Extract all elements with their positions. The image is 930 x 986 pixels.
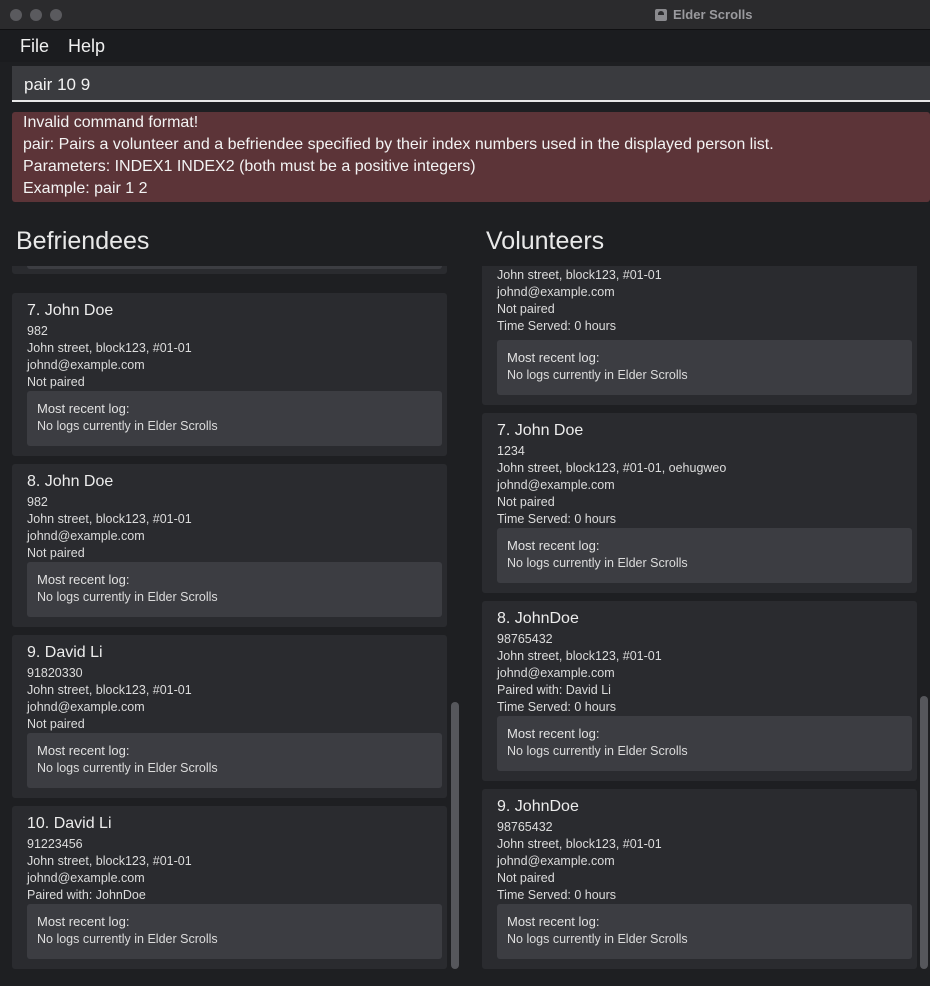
log-title: Most recent log: [507,538,600,553]
befriendee-list[interactable]: 7. John Doe 982 John street, block123, #… [12,266,462,972]
volunteers-title: Volunteers [486,227,605,255]
list-item[interactable]: John street, block123, #01-01 johnd@exam… [482,266,917,405]
person-phone: 91223456 [27,837,83,851]
log-value: No logs currently in Elder Scrolls [507,556,688,570]
command-input[interactable]: pair 10 9 [12,66,930,102]
log-box: Most recent log: No logs currently in El… [497,904,912,959]
person-pair-status: Not paired [27,546,85,560]
window-title: Elder Scrolls [655,7,752,22]
person-pair-status: Not paired [497,302,555,316]
person-address: John street, block123, #01-01 [497,837,662,851]
person-time-served: Time Served: 0 hours [497,888,617,902]
person-email: johnd@example.com [27,529,145,543]
person-email: johnd@example.com [497,666,615,680]
result-line: Invalid command format! [23,114,199,131]
person-time-served: Time Served: 0 hours [497,700,617,714]
result-display: Invalid command format! pair: Pairs a vo… [12,112,930,202]
person-phone: 98765432 [497,632,553,646]
minimize-window-button[interactable] [30,9,42,21]
person-address: John street, block123, #01-01 [27,341,192,355]
person-name: 9. David Li [27,644,103,661]
log-box: Most recent log: No logs currently in El… [27,733,442,788]
list-item[interactable]: 10. David Li 91223456 John street, block… [12,806,447,969]
log-box: Most recent log: No logs currently in El… [27,391,442,446]
log-value: No logs currently in Elder Scrolls [507,932,688,946]
person-pair-status: Not paired [27,375,85,389]
volunteer-scrollbar[interactable] [920,696,928,969]
list-item[interactable]: 9. JohnDoe 98765432 John street, block12… [482,789,917,969]
close-window-button[interactable] [10,9,22,21]
person-email: johnd@example.com [497,478,615,492]
person-time-served: Time Served: 0 hours [497,512,617,526]
log-title: Most recent log: [37,572,130,587]
result-line: pair: Pairs a volunteer and a befriendee… [23,136,774,153]
log-box: Most recent log: No logs currently in El… [27,904,442,959]
list-item[interactable]: 8. John Doe 982 John street, block123, #… [12,464,447,627]
log-title: Most recent log: [37,743,130,758]
log-value: No logs currently in Elder Scrolls [37,932,218,946]
person-name: 9. JohnDoe [497,798,579,815]
list-item[interactable]: 9. David Li 91820330 John street, block1… [12,635,447,798]
person-name: 8. JohnDoe [497,610,579,627]
person-address: John street, block123, #01-01 [497,649,662,663]
log-title: Most recent log: [37,401,130,416]
log-title: Most recent log: [507,726,600,741]
menu-bar: File Help [0,30,930,62]
list-item[interactable]: 8. JohnDoe 98765432 John street, block12… [482,601,917,781]
window-title-text: Elder Scrolls [673,7,753,22]
person-name: 7. John Doe [497,422,584,439]
person-pair-status: Not paired [497,871,555,885]
log-box: Most recent log: No logs currently in El… [27,562,442,617]
title-bar: Elder Scrolls [0,0,930,30]
person-pair-status: Paired with: JohnDoe [27,888,146,902]
menu-file[interactable]: File [20,36,49,57]
list-item[interactable]: 7. John Doe 1234 John street, block123, … [482,413,917,593]
befriendees-title: Befriendees [16,227,150,255]
person-name: 10. David Li [27,815,112,832]
person-address: John street, block123, #01-01 [27,854,192,868]
person-phone: 91820330 [27,666,83,680]
person-time-served: Time Served: 0 hours [497,319,617,333]
log-box: Most recent log: No logs currently in El… [497,716,912,771]
person-phone: 982 [27,324,48,338]
log-value: No logs currently in Elder Scrolls [37,761,218,775]
person-pair-status: Paired with: David Li [497,683,611,697]
log-title: Most recent log: [507,914,600,929]
person-email: johnd@example.com [27,700,145,714]
person-address: John street, block123, #01-01 [27,512,192,526]
person-address: John street, block123, #01-01 [497,268,662,282]
log-value: No logs currently in Elder Scrolls [507,368,688,382]
result-line: Example: pair 1 2 [23,180,148,197]
log-value: No logs currently in Elder Scrolls [37,419,218,433]
menu-help[interactable]: Help [68,36,105,57]
person-phone: 1234 [497,444,525,458]
volunteer-list[interactable]: John street, block123, #01-01 johnd@exam… [482,266,930,972]
log-box: Most recent log: No logs currently in El… [497,528,912,583]
person-phone: 98765432 [497,820,553,834]
person-pair-status: Not paired [27,717,85,731]
person-email: johnd@example.com [497,854,615,868]
log-title: Most recent log: [507,350,600,365]
log-box: Most recent log: No logs currently in El… [497,340,912,395]
person-email: johnd@example.com [27,358,145,372]
list-item[interactable]: 7. John Doe 982 John street, block123, #… [12,293,447,456]
command-input-value: pair 10 9 [24,75,91,94]
person-address: John street, block123, #01-01 [27,683,192,697]
app-icon [655,8,667,21]
person-name: 7. John Doe [27,302,114,319]
person-email: johnd@example.com [497,285,615,299]
person-email: johnd@example.com [27,871,145,885]
person-pair-status: Not paired [497,495,555,509]
log-value: No logs currently in Elder Scrolls [37,590,218,604]
log-box [27,266,442,269]
person-address: John street, block123, #01-01, oehugweo [497,461,727,475]
person-phone: 982 [27,495,48,509]
list-item[interactable] [12,266,447,274]
zoom-window-button[interactable] [50,9,62,21]
result-line: Parameters: INDEX1 INDEX2 (both must be … [23,158,476,175]
person-name: 8. John Doe [27,473,114,490]
log-value: No logs currently in Elder Scrolls [507,744,688,758]
log-title: Most recent log: [37,914,130,929]
befriendee-scrollbar[interactable] [451,702,459,969]
